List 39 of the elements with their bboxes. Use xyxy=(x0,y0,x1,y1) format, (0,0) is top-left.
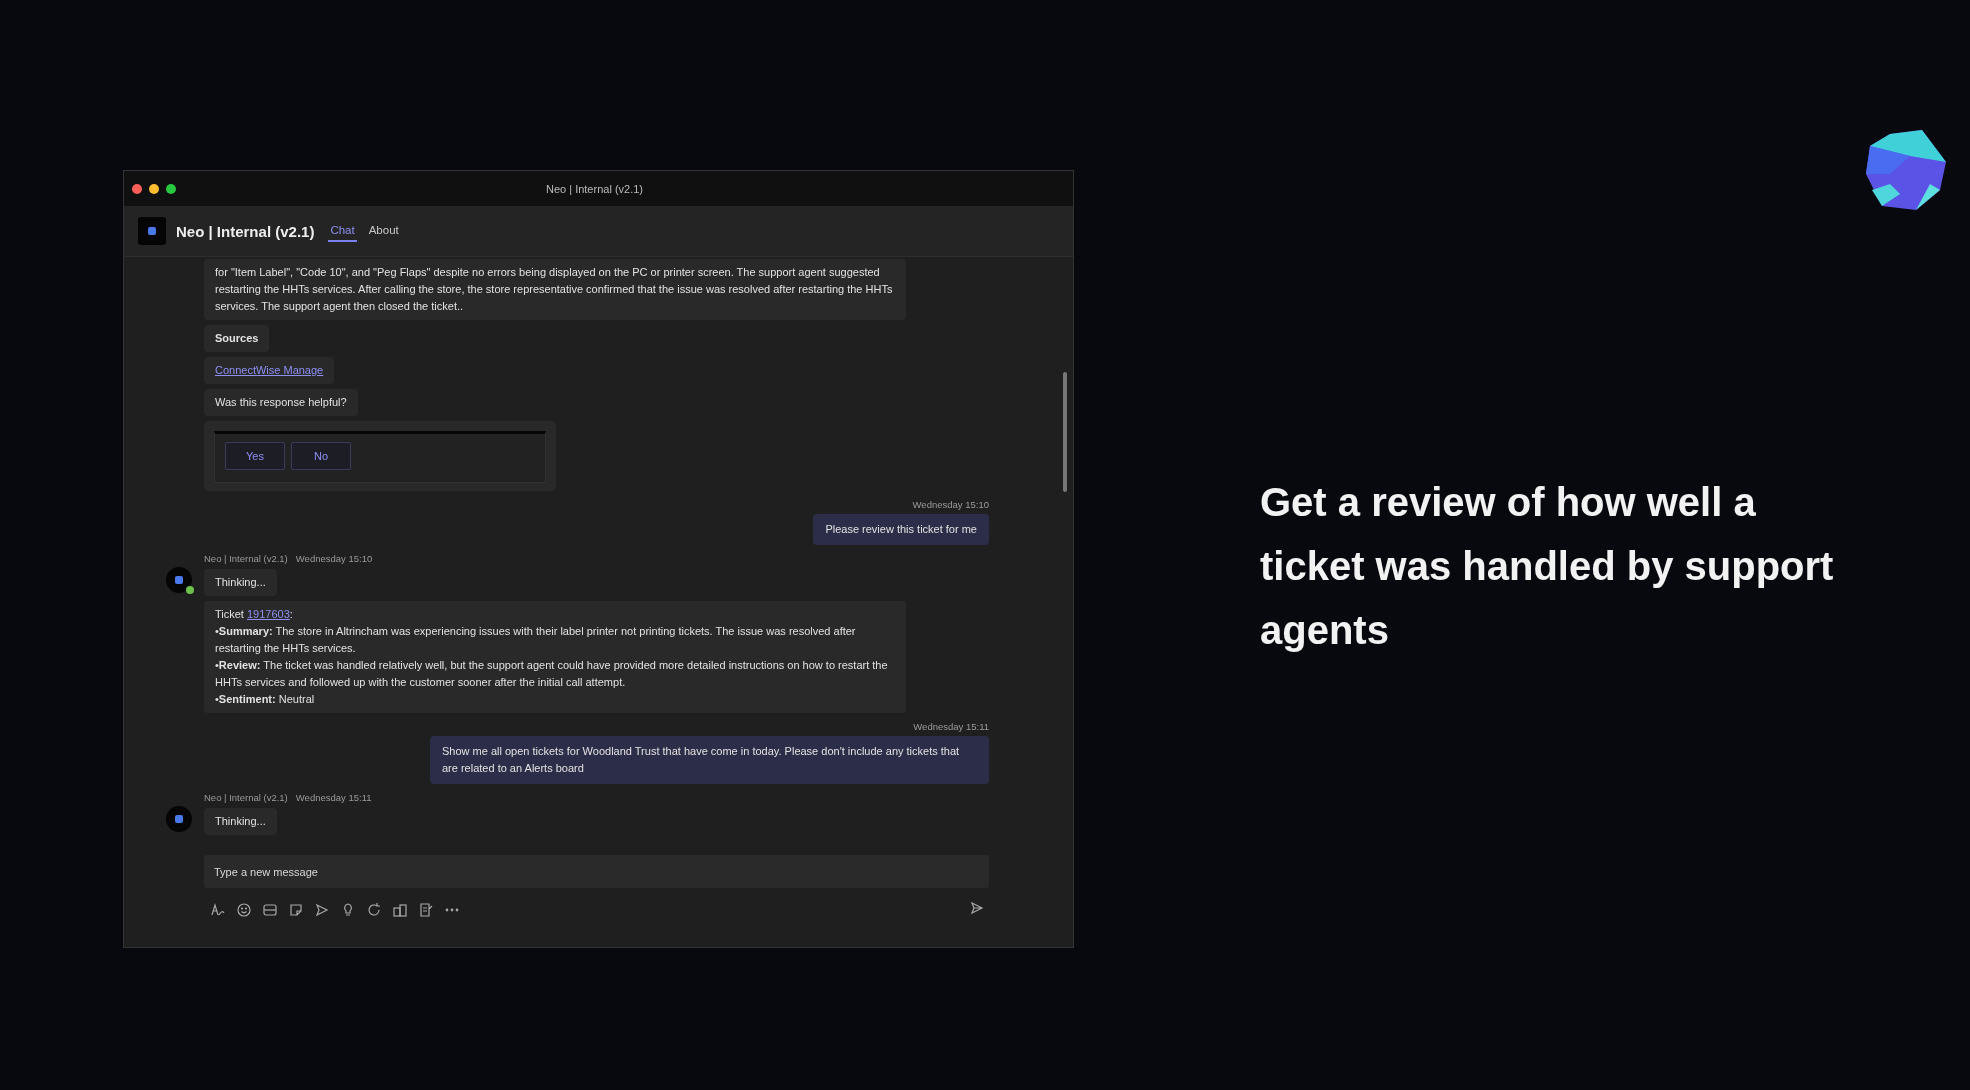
bot-logo-icon xyxy=(174,575,184,585)
forward-icon[interactable] xyxy=(314,902,330,918)
feedback-button[interactable]: No xyxy=(291,442,351,470)
message-time: Wednesday 15:10 xyxy=(912,499,989,510)
user-message: Show me all open tickets for Woodland Trust that have come in today. Please don't include any tickets that are related to an Alerts board xyxy=(430,736,989,784)
message-bubble: Thinking... xyxy=(204,808,277,835)
message-bubble: for "Item Label", "Code 10", and "Peg Flaps" despite no errors being displayed on the PC or printer screen. The support agent suggested restarting the HHTs services. After calling the store, the store representative confirmed that the issue was resolved after restarting the HHTs services. The support agent then closed the ticket.. xyxy=(204,259,906,320)
emoji-icon[interactable] xyxy=(236,902,252,918)
note-icon[interactable] xyxy=(418,902,434,918)
nav-tab[interactable]: Chat xyxy=(328,220,357,242)
ticket-link[interactable]: 1917603 xyxy=(247,608,290,620)
apps-icon[interactable] xyxy=(392,902,408,918)
text-format-icon[interactable] xyxy=(210,902,226,918)
slide-caption: Get a review of how well a ticket was handled by support agents xyxy=(1260,479,1835,654)
maximize-button[interactable] xyxy=(166,183,176,194)
feedback-button[interactable]: Yes xyxy=(225,442,285,470)
close-button[interactable] xyxy=(132,183,142,194)
message-time: Wednesday 15:11 xyxy=(295,792,372,803)
sources-heading: Sources xyxy=(204,325,270,352)
send-icon[interactable] xyxy=(969,900,985,916)
scrollbar-thumb[interactable] xyxy=(1063,372,1067,492)
minimize-button[interactable] xyxy=(149,183,159,194)
window-title: Neo | Internal (v2.1) xyxy=(545,182,644,195)
source-link[interactable]: ConnectWise Manage xyxy=(204,357,335,384)
message-time: Wednesday 15:10 xyxy=(295,553,373,564)
message-time: Wednesday 15:11 xyxy=(913,721,989,732)
sticker-icon[interactable] xyxy=(288,902,304,918)
refresh-icon[interactable] xyxy=(366,902,382,918)
sender-name: Neo | Internal (v2.1) xyxy=(204,553,288,564)
message-bubble: Thinking... xyxy=(204,569,277,596)
app-logo-icon xyxy=(138,217,166,245)
nav-tab[interactable]: About xyxy=(366,220,401,242)
bot-logo-icon xyxy=(174,814,184,824)
sender-name: Neo | Internal (v2.1) xyxy=(204,792,288,803)
message-bubble: Was this response helpful? xyxy=(204,389,358,416)
app-name: Neo | Internal (v2.1) xyxy=(176,222,315,240)
user-message: Please review this ticket for me xyxy=(813,514,989,545)
ticket-review-bubble: Ticket 1917603: •Summary: The store in Altrincham was experiencing issues with their label printer not printing tickets. The issue was resolved after restarting the HHTs services. •Review: The ticket was handled relatively well, but the support agent could have provided more detailed instructions on how to restart the HHTs services and followed up with the customer sooner after the initial call attempt. •Sentiment: Neutral xyxy=(204,601,906,713)
message-input[interactable]: Type a new message xyxy=(204,855,989,888)
